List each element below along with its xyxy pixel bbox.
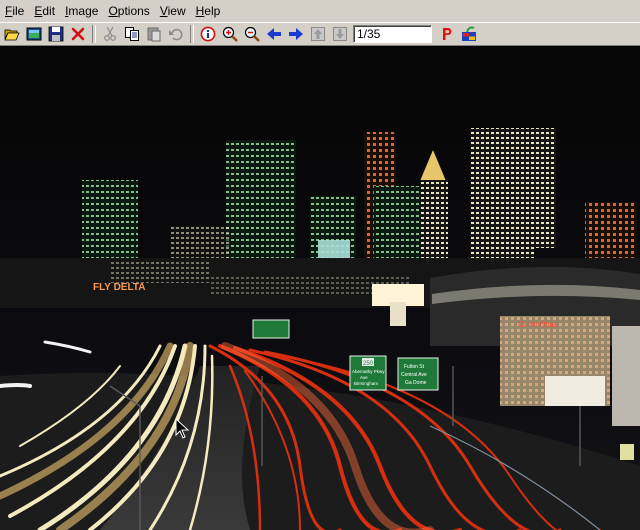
cut-icon	[104, 26, 116, 41]
thumbnails-icon	[26, 27, 42, 41]
hotel-neon-sign: Omni Hotel	[518, 320, 558, 329]
zoom-out-icon	[244, 26, 260, 42]
small-sign	[620, 444, 634, 460]
thumbnails-button[interactable]	[23, 23, 45, 45]
exit-number: 250	[363, 361, 374, 367]
lit-billboard	[390, 302, 406, 326]
menu-bar: File Edit Image Options View Help	[0, 0, 640, 22]
paste-icon	[147, 27, 161, 42]
building	[110, 261, 210, 283]
menu-image-label: mage	[68, 4, 99, 18]
copy-icon	[125, 27, 139, 41]
city-night-photo: FLY DELTA Omni Hotel 250 Abernathy Pkwy …	[0, 46, 640, 530]
cut-button[interactable]	[99, 23, 121, 45]
sign-line: Central Ave	[401, 372, 427, 378]
menu-help[interactable]: Help	[191, 0, 226, 22]
menu-image[interactable]: Image	[60, 0, 103, 22]
menu-file-label: ile	[12, 4, 25, 18]
sign-line: Abernathy Pkwy	[352, 369, 385, 374]
last-image-button[interactable]	[329, 23, 351, 45]
sign-line: Ave	[360, 375, 368, 380]
zoom-in-button[interactable]	[219, 23, 241, 45]
next-arrow-icon	[289, 28, 303, 40]
toolbar: 1/35	[0, 22, 640, 46]
p-icon	[443, 28, 452, 40]
save-icon	[48, 26, 64, 42]
highway-sign-abernathy: 250 Abernathy Pkwy Ave Birmingham	[349, 355, 387, 391]
p-button[interactable]	[436, 23, 458, 45]
next-image-button[interactable]	[285, 23, 307, 45]
last-icon	[333, 27, 347, 41]
slideshow-button[interactable]	[458, 23, 480, 45]
delete-icon	[71, 27, 85, 41]
undo-icon	[169, 28, 183, 41]
menu-help-accel: H	[195, 4, 205, 18]
sign-line: Fulton St	[404, 364, 425, 370]
menu-options-accel: O	[108, 4, 118, 18]
fly-delta-sign: FLY DELTA	[93, 282, 145, 293]
paste-button[interactable]	[143, 23, 165, 45]
sign-line: Ga Dome	[405, 380, 427, 386]
image-counter-field[interactable]: 1/35	[353, 25, 432, 43]
toolbar-separator	[190, 25, 194, 43]
slideshow-icon	[462, 26, 476, 41]
open-folder-icon	[4, 29, 20, 41]
building	[470, 128, 534, 268]
menu-options-label: ptions	[117, 4, 150, 18]
delete-button[interactable]	[67, 23, 89, 45]
info-icon	[200, 26, 216, 42]
toolbar-separator	[92, 25, 96, 43]
zoom-in-icon	[222, 26, 238, 42]
menu-view-accel: V	[159, 4, 168, 18]
highway-sign-exit	[252, 319, 290, 339]
highway-sign-fulton: Fulton St Central Ave Ga Dome	[397, 357, 439, 391]
building	[82, 180, 138, 270]
menu-help-label: elp	[204, 4, 221, 18]
image-viewport[interactable]: FLY DELTA Omni Hotel 250 Abernathy Pkwy …	[0, 46, 640, 530]
zoom-out-button[interactable]	[241, 23, 263, 45]
sign-line: Birmingham	[354, 381, 378, 386]
undo-button[interactable]	[165, 23, 187, 45]
previous-arrow-icon	[267, 28, 281, 40]
building	[530, 128, 556, 248]
menu-edit[interactable]: Edit	[29, 0, 60, 22]
copy-button[interactable]	[121, 23, 143, 45]
menu-file[interactable]: File	[0, 0, 29, 22]
menu-edit-label: dit	[42, 4, 56, 18]
info-button[interactable]	[197, 23, 219, 45]
open-button[interactable]	[1, 23, 23, 45]
first-icon	[311, 27, 325, 41]
menu-options[interactable]: Options	[103, 0, 154, 22]
previous-image-button[interactable]	[263, 23, 285, 45]
save-button[interactable]	[45, 23, 67, 45]
menu-view-label: iew	[167, 4, 186, 18]
first-image-button[interactable]	[307, 23, 329, 45]
menu-view[interactable]: View	[155, 0, 191, 22]
